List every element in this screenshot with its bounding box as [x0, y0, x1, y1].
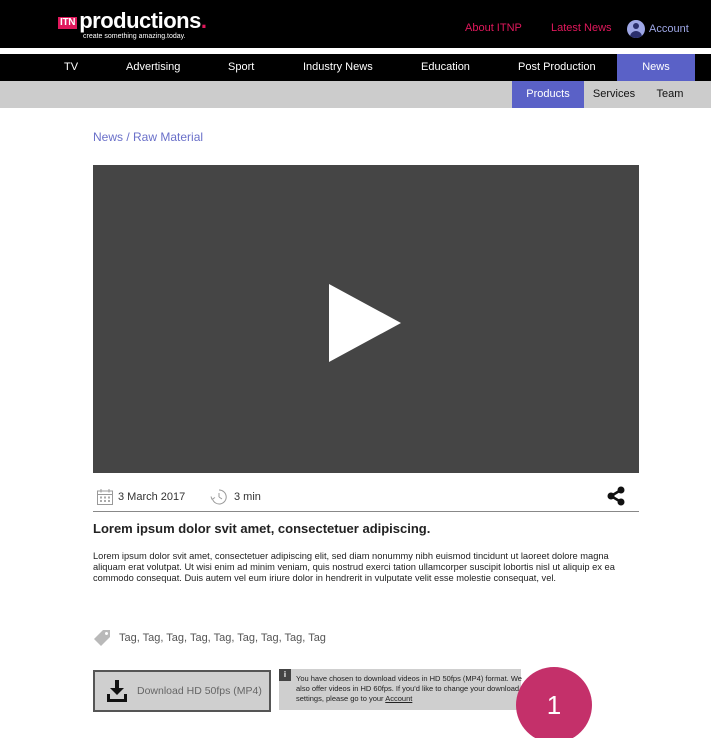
calendar-icon [97, 489, 113, 505]
annotation-badge: 1 [516, 667, 592, 738]
tag-icon [94, 630, 110, 646]
duration-meta: 3 min [210, 488, 261, 506]
share-icon[interactable] [605, 485, 627, 507]
download-label: Download HD 50fps (MP4) [137, 685, 262, 697]
nav-item-news[interactable]: News [617, 54, 695, 81]
breadcrumb[interactable]: News / Raw Material [93, 130, 203, 144]
subnav-item-team[interactable]: Team [648, 81, 692, 108]
download-info-text: You have chosen to download videos in HD… [296, 674, 524, 704]
date-text: 3 March 2017 [118, 491, 186, 503]
user-avatar-icon [627, 20, 645, 38]
clock-icon [210, 489, 227, 505]
download-icon [107, 680, 127, 702]
nav-item-education[interactable]: Education [421, 54, 470, 81]
nav-item-advertising[interactable]: Advertising [126, 54, 180, 81]
account-label: Account [649, 23, 689, 35]
logo-dot: . [200, 8, 207, 33]
nav-item-industry-news[interactable]: Industry News [303, 54, 373, 81]
date-meta: 3 March 2017 [96, 488, 185, 506]
account-link[interactable]: Account [627, 20, 689, 38]
nav-item-tv[interactable]: TV [64, 54, 78, 81]
info-icon: i [279, 669, 291, 681]
subnav-item-products[interactable]: Products [512, 81, 584, 108]
article-body: Lorem ipsum dolor svit amet, consectetue… [93, 551, 615, 584]
account-settings-link[interactable]: Account [385, 694, 412, 703]
video-player[interactable] [93, 165, 639, 473]
download-info-box: i You have chosen to download videos in … [279, 669, 524, 710]
logo-mark: ITN [58, 17, 78, 29]
tags-text[interactable]: Tag, Tag, Tag, Tag, Tag, Tag, Tag, Tag, … [119, 632, 326, 644]
tag-list: Tag, Tag, Tag, Tag, Tag, Tag, Tag, Tag, … [93, 629, 326, 647]
main-nav: TV Advertising Sport Industry News Educa… [0, 54, 711, 81]
play-icon[interactable] [329, 284, 401, 362]
top-bar: ITN productions . create something amazi… [0, 0, 711, 48]
download-button[interactable]: Download HD 50fps (MP4) [93, 670, 271, 712]
nav-item-post-production[interactable]: Post Production [518, 54, 596, 81]
nav-item-sport[interactable]: Sport [228, 54, 254, 81]
latest-news-link[interactable]: Latest News [551, 22, 612, 34]
subnav-item-services[interactable]: Services [587, 81, 641, 108]
article-meta: 3 March 2017 3 min [93, 484, 639, 512]
article-title: Lorem ipsum dolor svit amet, consectetue… [93, 521, 431, 536]
sub-nav: Products Services Team [0, 81, 711, 108]
itn-productions-logo[interactable]: ITN productions . create something amazi… [58, 10, 207, 40]
logo-wordmark: productions [79, 8, 201, 33]
duration-text: 3 min [234, 491, 261, 503]
logo-tagline: create something amazing.today. [83, 33, 186, 40]
about-itnp-link[interactable]: About ITNP [465, 22, 522, 34]
